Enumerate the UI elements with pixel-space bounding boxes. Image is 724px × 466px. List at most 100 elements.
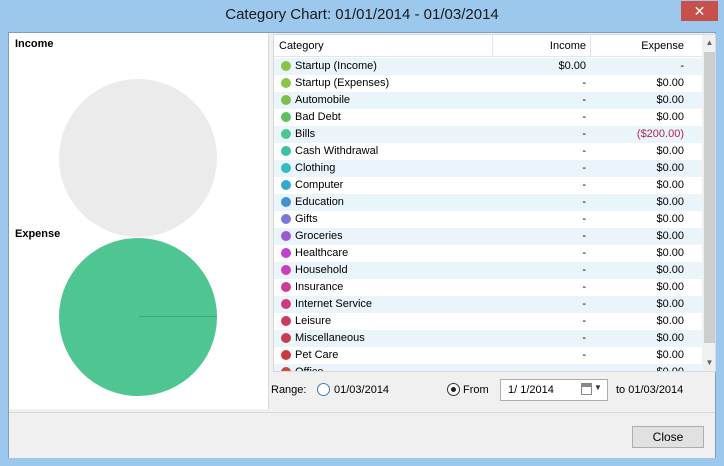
income-value: -	[582, 247, 586, 259]
category-name: Bad Debt	[295, 111, 341, 123]
category-name: Miscellaneous	[295, 332, 365, 344]
table-row[interactable]: Startup (Expenses) - $0.00	[274, 75, 702, 92]
table-row[interactable]: Cash Withdrawal - $0.00	[274, 143, 702, 160]
category-name: Cash Withdrawal	[295, 145, 379, 157]
table-row[interactable]: Bills - ($200.00)	[274, 126, 702, 143]
scroll-up-icon[interactable]: ▲	[702, 35, 715, 51]
table-row[interactable]: Pet Care - $0.00	[274, 347, 702, 364]
income-value: -	[582, 230, 586, 242]
expense-value: $0.00	[656, 332, 684, 344]
table-row[interactable]: Insurance - $0.00	[274, 279, 702, 296]
dialog-body: Income Expense Category Income Expense S…	[8, 32, 716, 458]
income-value: $0.00	[558, 60, 586, 72]
table-row[interactable]: Bad Debt - $0.00	[274, 109, 702, 126]
window-close-icon[interactable]: ✕	[681, 1, 718, 21]
income-pie-chart	[59, 79, 217, 237]
expense-value: $0.00	[656, 145, 684, 157]
chevron-down-icon: ▼	[594, 383, 602, 392]
column-header-income[interactable]: Income	[494, 40, 586, 52]
category-color-icon	[281, 367, 291, 371]
category-name: Startup (Income)	[295, 60, 377, 72]
category-name: Leisure	[295, 315, 332, 327]
expense-value: $0.00	[656, 366, 684, 372]
from-date-value[interactable]: 1/ 1/2014	[508, 384, 554, 396]
expense-pie-slice-edge	[139, 316, 217, 317]
table-row[interactable]: Education - $0.00	[274, 194, 702, 211]
income-value: -	[582, 264, 586, 276]
category-color-icon	[281, 333, 291, 343]
income-value: -	[582, 281, 586, 293]
expense-chart-label: Expense	[15, 228, 61, 240]
category-color-icon	[281, 180, 291, 190]
income-value: -	[582, 315, 586, 327]
table-row[interactable]: Office - $0.00	[274, 364, 702, 372]
category-name: Clothing	[295, 162, 336, 174]
category-color-icon	[281, 146, 291, 156]
table-row[interactable]: Automobile - $0.00	[274, 92, 702, 109]
close-button[interactable]: Close	[632, 426, 704, 448]
radio-single-date[interactable]	[317, 383, 330, 396]
from-date-picker[interactable]: 1/ 1/2014 ▼	[500, 379, 608, 401]
table-row[interactable]: Startup (Income) $0.00 -	[274, 58, 702, 75]
radio-from-date[interactable]	[447, 383, 460, 396]
table-row[interactable]: Groceries - $0.00	[274, 228, 702, 245]
income-value: -	[582, 196, 586, 208]
expense-value: $0.00	[656, 162, 684, 174]
expense-value: $0.00	[656, 298, 684, 310]
radio-selected-dot	[451, 387, 456, 392]
scroll-down-icon[interactable]: ▼	[702, 355, 715, 371]
list-rows: Startup (Income) $0.00- Startup (Expenses)…	[274, 58, 702, 372]
income-chart-label: Income	[15, 38, 54, 50]
column-divider	[590, 35, 591, 57]
category-list[interactable]: Category Income Expense Startup (Income)…	[273, 34, 716, 372]
table-row[interactable]: Internet Service - $0.00	[274, 296, 702, 313]
title-bar: Category Chart: 01/01/2014 - 01/03/2014 …	[0, 0, 724, 32]
expense-value: $0.00	[656, 196, 684, 208]
radio-single-date-label[interactable]: 01/03/2014	[334, 384, 389, 396]
radio-from-date-label[interactable]: From	[463, 384, 489, 396]
category-color-icon	[281, 265, 291, 275]
table-row[interactable]: Computer - $0.00	[274, 177, 702, 194]
expense-value: $0.00	[656, 77, 684, 89]
income-value: -	[582, 366, 586, 372]
category-color-icon	[281, 282, 291, 292]
income-value: -	[582, 77, 586, 89]
category-name: Bills	[295, 128, 316, 140]
category-color-icon	[281, 129, 291, 139]
expense-value: $0.00	[656, 213, 684, 225]
category-color-icon	[281, 78, 291, 88]
vertical-scrollbar[interactable]: ▲ ▼	[702, 35, 715, 371]
income-value: -	[582, 128, 586, 140]
category-name: Insurance	[295, 281, 344, 293]
scrollbar-thumb[interactable]	[704, 52, 715, 343]
income-value: -	[582, 94, 586, 106]
category-name: Gifts	[295, 213, 318, 225]
category-name: Office	[295, 366, 324, 372]
table-row[interactable]: Clothing - $0.00	[274, 160, 702, 177]
expense-value: $0.00	[656, 281, 684, 293]
window-title: Category Chart: 01/01/2014 - 01/03/2014	[225, 6, 499, 23]
table-row[interactable]: Miscellaneous - $0.00	[274, 330, 702, 347]
table-row[interactable]: Healthcare - $0.00	[274, 245, 702, 262]
category-name: Automobile	[295, 94, 351, 106]
category-color-icon	[281, 163, 291, 173]
calendar-dropdown-button[interactable]: ▼	[581, 383, 605, 397]
category-name: Groceries	[295, 230, 343, 242]
income-value: -	[582, 111, 586, 123]
expense-value: $0.00	[656, 230, 684, 242]
expense-value: $0.00	[656, 111, 684, 123]
column-header-category[interactable]: Category	[279, 40, 324, 52]
table-row[interactable]: Leisure - $0.00	[274, 313, 702, 330]
column-divider	[492, 35, 493, 57]
list-header: Category Income Expense	[274, 35, 702, 57]
expense-pie-chart	[59, 238, 217, 396]
table-row[interactable]: Gifts - $0.00	[274, 211, 702, 228]
expense-value: -	[680, 60, 684, 72]
category-color-icon	[281, 231, 291, 241]
table-row[interactable]: Household - $0.00	[274, 262, 702, 279]
column-header-expense[interactable]: Expense	[592, 40, 684, 52]
category-color-icon	[281, 112, 291, 122]
expense-value: $0.00	[656, 247, 684, 259]
income-value: -	[582, 145, 586, 157]
income-value: -	[582, 349, 586, 361]
